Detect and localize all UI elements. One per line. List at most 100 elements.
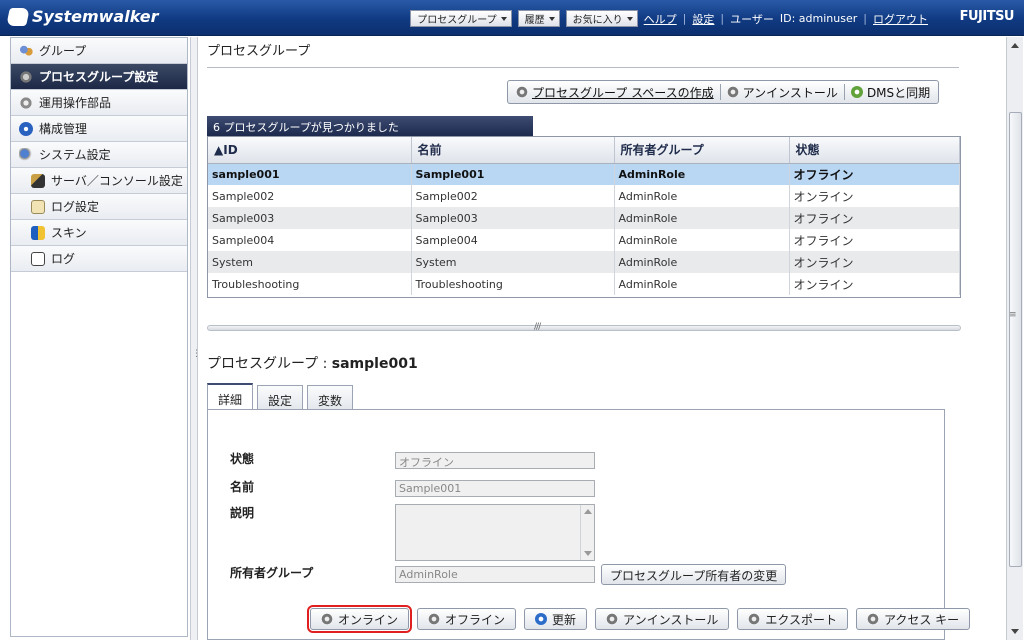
horizontal-splitter[interactable] [207,325,961,331]
sort-asc-icon: ▲ [214,142,224,157]
cell-id: sample001 [208,163,412,185]
title-divider [207,67,959,68]
sidebar-item-label: プロセスグループ設定 [39,70,159,84]
sidebar-item-label: グループ [39,44,87,58]
owner-field[interactable]: AdminRole [395,566,595,583]
settings-link[interactable]: 設定 [692,11,714,27]
refresh-button[interactable]: 更新 [524,608,588,630]
cell-id: Sample003 [208,207,412,229]
scroll-down-icon[interactable] [1011,629,1019,634]
gear-icon [321,613,333,625]
table-row[interactable]: System System AdminRole オンライン [208,251,960,273]
table-row[interactable]: Sample003 Sample003 AdminRole オフライン [208,207,960,229]
offline-button[interactable]: オフライン [417,608,517,630]
favorites-menu[interactable]: お気に入り [565,10,638,27]
sidebar: グループ プロセスグループ設定 運用操作部品 構成管理 システム設定 サーバ／コ… [10,37,188,637]
sidebar-item-label: ログ設定 [51,200,100,214]
panel-splitter[interactable]: ⋮ [190,37,201,640]
sidebar-item-log-settings[interactable]: ログ設定 [11,194,187,220]
sync-dms-button[interactable]: DMSと同期 [850,84,930,101]
history-menu[interactable]: 履歴 [517,10,560,27]
state-field[interactable]: オフライン [395,452,595,469]
header-menu: プロセスグループ 履歴 お気に入り ヘルプ | 設定 | ユーザー ID: ad… [410,10,928,27]
sidebar-item-system-settings[interactable]: システム設定 [11,142,187,168]
cell-id: System [208,251,412,273]
create-space-button[interactable]: プロセスグループ スペースの作成 [516,84,714,101]
menu-label: プロセスグループ [417,15,497,26]
sidebar-item-server-console[interactable]: サーバ／コンソール設定 [11,168,187,194]
sidebar-item-label: スキン [51,226,87,240]
cell-owner: AdminRole [614,163,790,185]
column-label: ID [223,142,238,157]
gear-icon [19,69,33,84]
detail-panel: 状態 オフライン 名前 Sample001 説明 所有者グループ AdminRo… [207,409,945,640]
cell-state: オフライン [789,163,960,185]
column-label: 名前 [417,143,442,158]
table-row[interactable]: Sample004 Sample004 AdminRole オフライン [208,229,960,251]
name-label: 名前 [230,480,255,494]
app-header: Systemwalker プロセスグループ 履歴 お気に入り ヘルプ | 設定 … [0,0,1024,36]
description-field[interactable] [395,504,595,561]
cell-name: Sample002 [411,185,615,207]
tab-details[interactable]: 詳細 [207,383,254,412]
name-field[interactable]: Sample001 [395,480,595,497]
page-title: プロセスグループ [207,44,311,59]
scroll-down-icon [584,551,592,556]
cell-state: オンライン [789,251,960,273]
export-button[interactable]: エクスポート [737,608,848,630]
refresh-icon [535,613,548,625]
table-row[interactable]: Troubleshooting Troubleshooting AdminRol… [208,273,960,295]
divider: | [863,12,867,25]
button-label: オフライン [445,612,506,627]
sidebar-item-process-group-settings[interactable]: プロセスグループ設定 [11,64,187,90]
sidebar-item-operation-parts[interactable]: 運用操作部品 [11,90,187,116]
tab-settings[interactable]: 設定 [257,385,304,411]
user-id: ID: adminuser [779,12,858,25]
button-label: 更新 [552,612,577,627]
sidebar-item-skin[interactable]: スキン [11,220,187,246]
sidebar-item-label: ログ [51,252,76,266]
sidebar-item-group[interactable]: グループ [11,38,187,64]
cell-owner: AdminRole [614,185,790,207]
logout-link[interactable]: ログアウト [873,11,928,27]
key-icon [866,613,879,625]
tab-variables[interactable]: 変数 [307,385,354,411]
logo-mark-icon [6,7,30,26]
splitter-grip-icon: /// [534,322,541,332]
sidebar-item-log[interactable]: ログ [11,246,187,272]
access-key-button[interactable]: アクセス キー [855,608,971,630]
sidebar-item-configuration[interactable]: 構成管理 [11,116,187,142]
online-button[interactable]: オンライン [306,605,413,633]
fujitsu-logo: FUJITSU [959,9,1015,24]
table-row[interactable]: Sample002 Sample002 AdminRole オンライン [208,185,960,207]
uninstall-button[interactable]: アンインストール [726,84,838,101]
button-label: アンインストール [623,612,719,627]
cell-owner: AdminRole [614,251,790,273]
log-settings-icon [31,199,45,214]
table-row[interactable]: sample001 Sample001 AdminRole オフライン [208,163,960,185]
system-icon [19,147,33,162]
textarea-scrollbar[interactable] [580,505,594,560]
divider: | [682,12,687,25]
cell-name: System [411,251,615,273]
column-header-state[interactable]: 状態 [789,137,960,164]
column-header-owner[interactable]: 所有者グループ [614,137,790,164]
uninstall-detail-button[interactable]: アンインストール [595,608,730,630]
vertical-scrollbar[interactable]: ≡ [1006,37,1023,640]
column-header-id[interactable]: ▲ID [208,137,412,164]
sidebar-item-label: 構成管理 [39,122,88,136]
scroll-up-icon[interactable] [1011,43,1019,48]
chevron-down-icon [626,16,633,21]
column-label: 状態 [795,143,820,158]
cell-state: オフライン [789,229,960,251]
config-icon [19,121,33,136]
scrollbar-thumb[interactable] [1009,112,1022,567]
main-content: プロセスグループ プロセスグループ スペースの作成 アンインストール DMSと同… [199,37,1006,640]
change-owner-button[interactable]: プロセスグループ所有者の変更 [601,564,787,585]
help-link[interactable]: ヘルプ [644,11,677,27]
cell-state: オフライン [789,207,960,229]
column-header-name[interactable]: 名前 [411,137,615,164]
chevron-down-icon [500,16,507,21]
process-group-menu[interactable]: プロセスグループ [410,10,512,27]
parts-icon [19,95,33,110]
